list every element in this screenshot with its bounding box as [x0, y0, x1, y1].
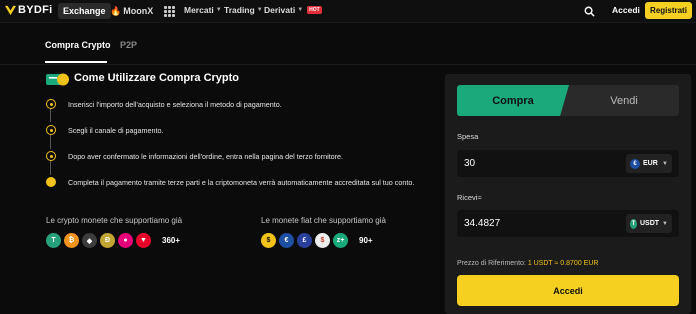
euro-icon: €	[630, 158, 640, 169]
card-coin-icon	[46, 73, 69, 86]
register-button[interactable]: Registrati	[645, 2, 692, 19]
tab-vendi[interactable]: Vendi	[569, 85, 679, 116]
chevron-down-icon: ▼	[662, 220, 668, 227]
crypto-coin-list: T ₿ ◆ Ð ● ▼ 360+	[46, 233, 180, 248]
tab-compra-crypto[interactable]: Compra Crypto	[45, 40, 111, 50]
crypto-count: 360+	[162, 236, 181, 245]
howto-title: Come Utilizzare Compra Crypto	[74, 72, 240, 84]
pound-coin-icon: £	[297, 233, 312, 248]
step-text: Dopo aver confermato le informazioni del…	[68, 152, 344, 161]
menu-mercati-label: Mercati	[184, 5, 214, 15]
receive-amount: 34.4827	[464, 218, 501, 229]
logo-mark-icon	[5, 5, 16, 15]
dogecoin-icon: Ð	[100, 233, 115, 248]
active-tab-indicator	[45, 61, 107, 63]
euro-coin-icon: €	[279, 233, 294, 248]
sub-tab-bar: Compra Crypto P2P	[0, 23, 696, 65]
spend-amount: 30	[464, 158, 476, 169]
step-connector	[50, 159, 51, 175]
spend-currency-select[interactable]: € EUR ▼	[626, 154, 672, 173]
receive-label: Ricevi≈	[457, 193, 482, 202]
top-navigation-bar: BYDFi Exchange 🔥 MoonX Mercati ▼ Trading ▼ …	[0, 0, 696, 23]
step-text: Completa il pagamento tramite terze part…	[68, 178, 415, 187]
menu-trading-label: Trading	[224, 5, 255, 15]
more-currencies-icon: z+	[333, 233, 348, 248]
receive-currency-select[interactable]: T USDT ▼	[626, 214, 672, 233]
crypto-supported-label: Le crypto monete che supportiamo già	[46, 216, 183, 225]
flame-icon: 🔥	[110, 5, 122, 16]
step-dot-icon	[46, 151, 56, 161]
step-dot-icon	[46, 99, 56, 109]
step-text: Scegli il canale di pagamento.	[68, 126, 164, 135]
step-dot-icon	[46, 125, 56, 135]
fiat-supported-label: Le monete fiat che supportiamo già	[261, 216, 386, 225]
chevron-down-icon: ▼	[297, 7, 304, 13]
fiat-coin-list: $ € £ $ z+ 90+	[261, 233, 373, 248]
menu-derivati[interactable]: Derivati ▼ HOT	[264, 5, 322, 15]
search-icon[interactable]	[584, 6, 595, 17]
chevron-down-icon: ▼	[256, 7, 263, 13]
fiat-count: 90+	[359, 236, 373, 245]
buy-sell-toggle: Compra Vendi	[457, 85, 679, 116]
currency-coin-icon: $	[315, 233, 330, 248]
menu-mercati[interactable]: Mercati ▼	[184, 5, 222, 15]
moonx-label: MoonX	[123, 6, 154, 16]
apps-grid-icon[interactable]	[164, 6, 175, 17]
receive-field[interactable]: 34.4827 T USDT ▼	[457, 210, 679, 237]
exchange-tab[interactable]: Exchange	[58, 3, 111, 19]
rate-label: Prezzo di Riferimento:	[457, 260, 526, 267]
hot-badge: HOT	[307, 6, 322, 14]
trade-panel: Compra Vendi Spesa 30 € EUR ▼ Ricevi≈ 34…	[445, 74, 691, 314]
tab-compra[interactable]: Compra	[457, 85, 569, 116]
reference-rate: Prezzo di Riferimento: 1 USDT ≈ 0.8700 E…	[457, 260, 598, 267]
receive-currency-code: USDT	[639, 220, 660, 227]
ethereum-icon: ◆	[82, 233, 97, 248]
bitcoin-icon: ₿	[64, 233, 79, 248]
menu-trading[interactable]: Trading ▼	[224, 5, 263, 15]
step-connector	[50, 133, 51, 149]
chevron-down-icon: ▼	[662, 160, 668, 167]
menu-derivati-label: Derivati	[264, 5, 296, 15]
logo-text: BYDFi	[18, 4, 53, 16]
login-link[interactable]: Accedi	[612, 5, 640, 15]
login-submit-button[interactable]: Accedi	[457, 275, 679, 306]
bydfi-logo[interactable]: BYDFi	[5, 4, 53, 16]
spend-label: Spesa	[457, 132, 479, 141]
chevron-down-icon: ▼	[215, 7, 222, 13]
tether-icon: T	[46, 233, 61, 248]
spend-currency-code: EUR	[643, 160, 658, 167]
tab-p2p[interactable]: P2P	[120, 40, 137, 50]
step-text: Inserisci l'importo dell'acquisto e sele…	[68, 100, 282, 109]
tether-icon: T	[630, 218, 637, 229]
rate-value: 1 USDT ≈ 0.8700 EUR	[527, 260, 599, 267]
moonx-tab[interactable]: 🔥 MoonX	[105, 3, 158, 19]
tron-icon: ▼	[136, 233, 151, 248]
polkadot-icon: ●	[118, 233, 133, 248]
spend-field[interactable]: 30 € EUR ▼	[457, 150, 679, 177]
dollar-coin-icon: $	[261, 233, 276, 248]
step-dot-icon	[46, 177, 56, 187]
